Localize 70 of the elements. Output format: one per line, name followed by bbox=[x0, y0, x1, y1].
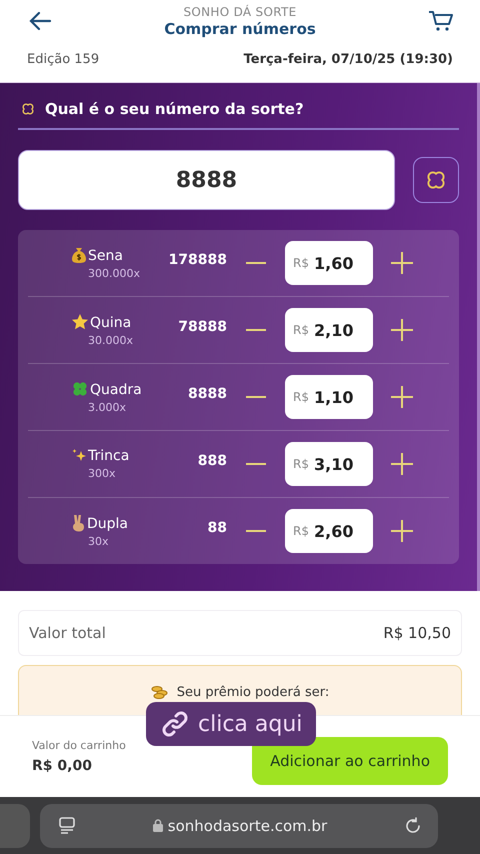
bet-number: 88 bbox=[206, 520, 227, 536]
cart-value-label: Valor do carrinho bbox=[32, 739, 126, 752]
plus-icon bbox=[391, 520, 413, 542]
currency-label: R$ bbox=[293, 256, 309, 270]
plus-icon bbox=[391, 319, 413, 341]
peace-hand-icon bbox=[71, 514, 86, 532]
bet-multiplier: 30x bbox=[88, 535, 110, 548]
random-number-button[interactable] bbox=[413, 157, 459, 203]
reload-icon[interactable] bbox=[404, 816, 422, 834]
minus-icon bbox=[246, 529, 266, 533]
currency-label: R$ bbox=[293, 524, 309, 538]
amount-value: 2,60 bbox=[314, 522, 354, 540]
amount-field[interactable]: R$ 2,60 bbox=[285, 509, 373, 553]
bet-name: Quina bbox=[90, 315, 132, 331]
amount-field[interactable]: R$ 1,10 bbox=[285, 375, 373, 419]
amount-value: 3,10 bbox=[314, 454, 354, 474]
bet-name: Quadra bbox=[90, 382, 142, 398]
url-text: sonhodasorte.com.br bbox=[168, 816, 328, 834]
page-menu-icon bbox=[58, 816, 76, 834]
coins-icon bbox=[150, 685, 169, 699]
lock-icon bbox=[152, 819, 163, 832]
page-title: Comprar números bbox=[164, 20, 316, 38]
amount-value: 2,10 bbox=[314, 320, 354, 340]
brand-name: SONHO DÁ SORTE bbox=[183, 4, 296, 18]
bet-name: Trinca bbox=[88, 448, 130, 464]
back-arrow-icon[interactable] bbox=[28, 11, 52, 31]
clover-outline-icon bbox=[425, 169, 447, 191]
bet-name: Dupla bbox=[87, 516, 128, 532]
edition-label: Edição 159 bbox=[27, 52, 100, 67]
address-bar[interactable]: sonhodasorte.com.br bbox=[40, 804, 438, 848]
lucky-number-question: Qual é o seu número da sorte? bbox=[45, 100, 304, 118]
currency-label: R$ bbox=[293, 323, 309, 337]
link-icon bbox=[160, 709, 190, 739]
amount-value: 1,60 bbox=[314, 254, 354, 272]
plus-icon bbox=[391, 252, 413, 274]
amount-field[interactable]: R$ 3,10 bbox=[285, 442, 373, 486]
bet-multiplier: 300x bbox=[88, 467, 117, 480]
bet-multiplier: 30.000x bbox=[88, 334, 134, 347]
clover-outline-icon bbox=[21, 102, 35, 116]
currency-label: R$ bbox=[293, 457, 309, 471]
currency-label: R$ bbox=[293, 390, 309, 404]
minus-icon bbox=[246, 395, 266, 399]
total-value: R$ 10,50 bbox=[383, 624, 451, 642]
sticker-text: clica aqui bbox=[198, 712, 302, 736]
bet-name: Sena bbox=[88, 248, 123, 264]
money-bag-icon bbox=[71, 246, 87, 264]
total-label: Valor total bbox=[29, 624, 106, 642]
lucky-number-field[interactable]: 8888 bbox=[18, 150, 395, 210]
bet-number: 178888 bbox=[168, 252, 227, 268]
plus-icon bbox=[391, 386, 413, 408]
amount-field[interactable]: R$ 2,10 bbox=[285, 308, 373, 352]
minus-icon bbox=[246, 462, 266, 466]
prize-banner-text: Seu prêmio poderá ser: bbox=[176, 685, 330, 700]
add-to-cart-button[interactable]: Adicionar ao carrinho bbox=[252, 736, 448, 784]
bet-multiplier: 3.000x bbox=[88, 401, 128, 414]
bet-number: 78888 bbox=[177, 319, 227, 335]
bet-multiplier: 300.000x bbox=[88, 267, 141, 280]
plus-icon bbox=[391, 453, 413, 475]
minus-icon bbox=[246, 328, 266, 332]
amount-field[interactable]: R$ 1,60 bbox=[285, 241, 373, 285]
bet-number: 8888 bbox=[187, 386, 227, 402]
amount-value: 1,10 bbox=[314, 388, 354, 406]
cart-value: R$ 0,00 bbox=[32, 758, 93, 774]
draw-date: Terça-feira, 07/10/25 (19:30) bbox=[244, 52, 453, 67]
star-icon bbox=[71, 313, 89, 331]
bet-number: 888 bbox=[196, 453, 227, 469]
cart-icon[interactable] bbox=[428, 9, 454, 33]
minus-icon bbox=[246, 261, 266, 265]
clover-icon bbox=[71, 380, 89, 398]
link-sticker[interactable]: clica aqui bbox=[146, 702, 316, 746]
